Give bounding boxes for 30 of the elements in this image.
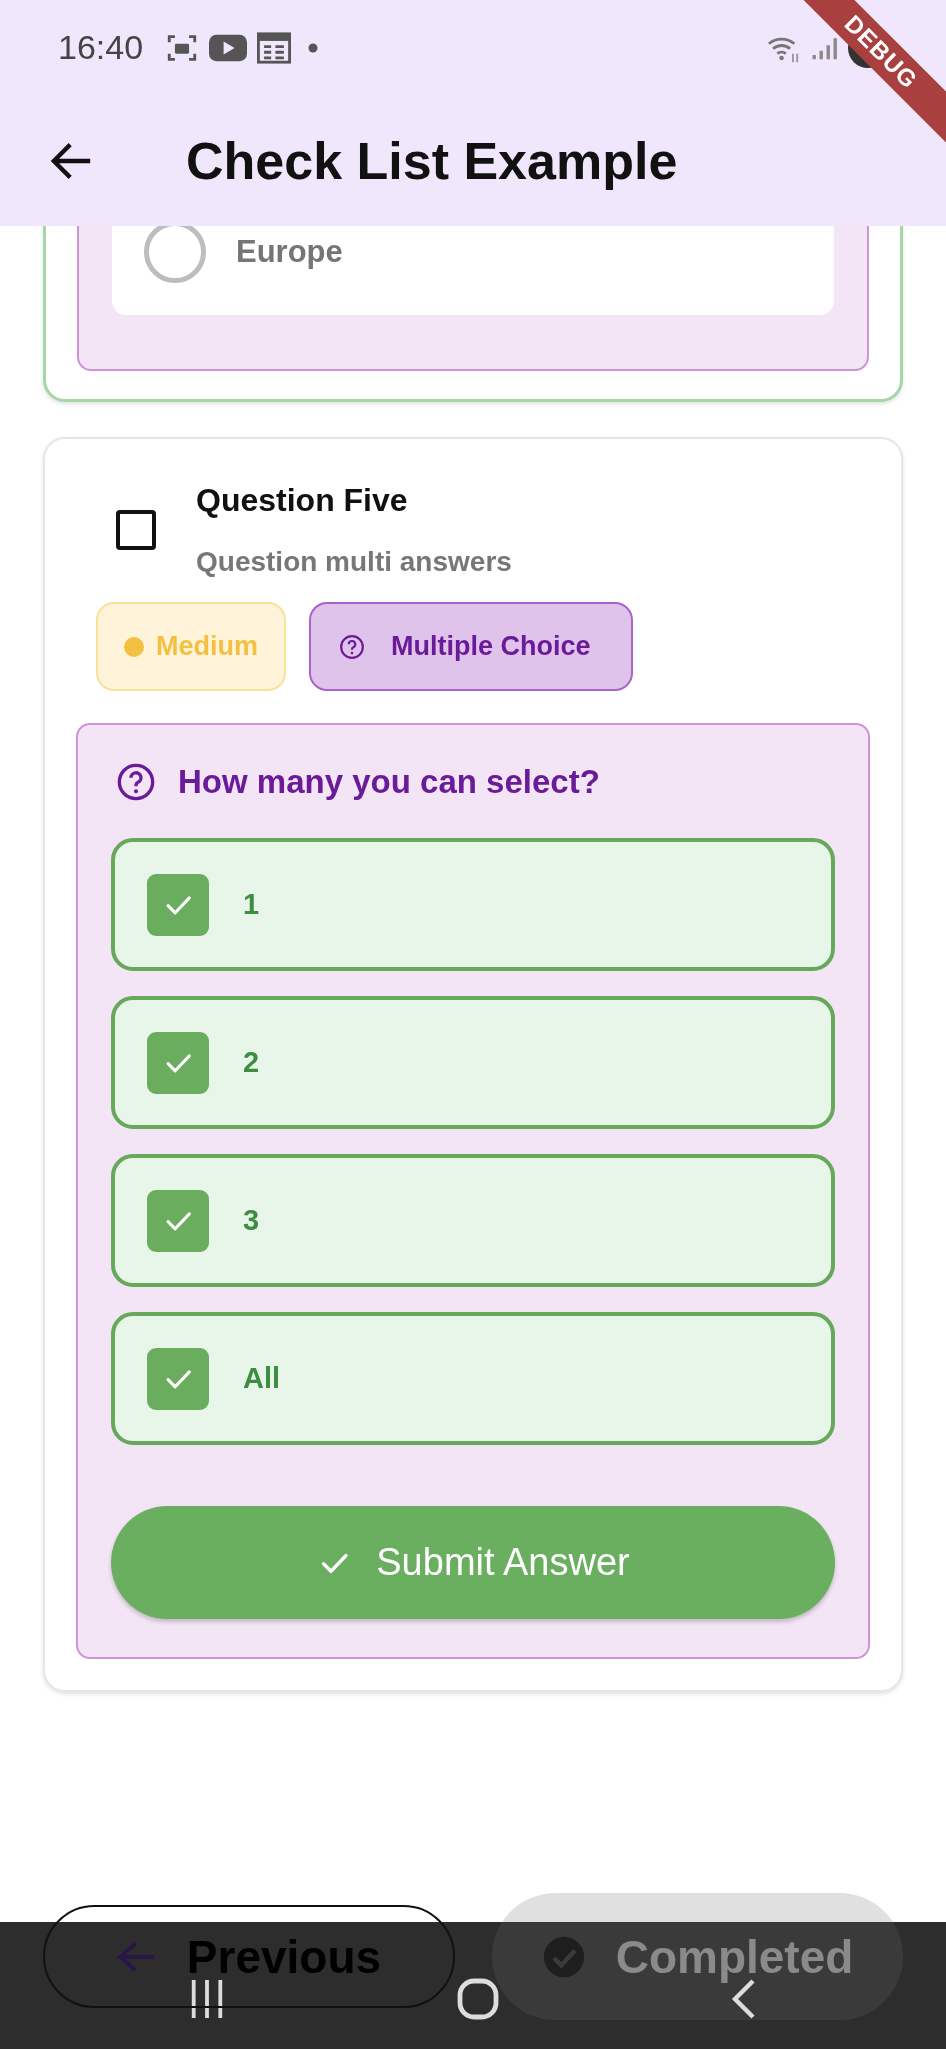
app-bar-title: Check List Example <box>186 130 678 191</box>
option-label: 2 <box>243 1046 260 1079</box>
checkbox[interactable] <box>147 1031 209 1094</box>
help-icon <box>339 633 365 660</box>
status-time: 16:40 <box>58 28 144 67</box>
home-icon[interactable] <box>456 1976 500 2021</box>
answer-option[interactable]: 3 <box>111 1154 835 1287</box>
checkbox[interactable] <box>147 1189 209 1252</box>
option-label: Europe <box>236 234 343 270</box>
play-icon <box>209 32 248 63</box>
submit-button[interactable]: Submit Answer <box>111 1506 835 1619</box>
answer-option[interactable]: 2 <box>111 996 835 1129</box>
option-label: 1 <box>243 888 260 921</box>
answer-option[interactable]: All <box>111 1312 835 1445</box>
tag-label: Multiple Choice <box>391 631 591 662</box>
question-title: Question Five <box>196 481 409 520</box>
calendar-icon <box>257 31 292 64</box>
option-label: All <box>243 1362 281 1395</box>
checkbox[interactable] <box>147 873 209 936</box>
check-circle-icon <box>541 1934 586 1979</box>
tag-label: Medium <box>156 631 258 662</box>
answer-option[interactable]: 1 <box>111 838 835 971</box>
checkbox[interactable] <box>147 1347 209 1410</box>
answer-option[interactable]: Europe <box>112 226 834 315</box>
radio-button[interactable] <box>144 226 206 283</box>
option-label: 3 <box>243 1204 260 1237</box>
question-subtitle: Question multi answers <box>196 545 512 579</box>
question-prompt: How many you can select? <box>178 762 600 802</box>
help-icon <box>116 762 156 802</box>
checkbox[interactable] <box>116 510 156 550</box>
